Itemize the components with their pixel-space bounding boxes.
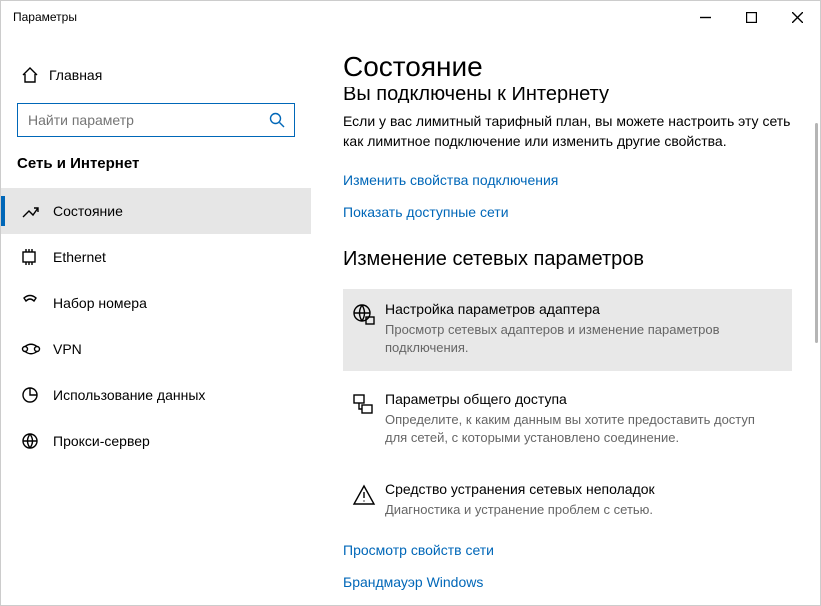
sidebar-item-vpn[interactable]: VPN [1,326,311,372]
maximize-button[interactable] [728,1,774,33]
main-content: Вы подключены к Интернету Если у вас лим… [343,87,820,605]
sidebar-item-label: Состояние [53,203,123,219]
sidebar-item-datausage[interactable]: Использование данных [1,372,311,418]
proxy-icon [21,432,53,450]
sidebar-item-status[interactable]: Состояние [1,188,311,234]
option-title: Настройка параметров адаптера [385,301,780,317]
body: Главная Сеть и Интернет Состояние Et [1,33,820,605]
data-usage-icon [21,386,53,404]
close-icon [792,12,803,23]
option-title: Параметры общего доступа [385,391,780,407]
vpn-icon [21,340,53,358]
search-input[interactable] [18,104,260,136]
sidebar-item-label: Прокси-сервер [53,433,150,449]
search-icon [260,112,294,128]
sharing-icon [343,391,385,447]
link-network-properties[interactable]: Просмотр свойств сети [343,542,792,558]
sidebar-item-label: VPN [53,341,82,357]
globe-network-icon [343,301,385,357]
page-title: Состояние [343,51,820,83]
option-desc: Диагностика и устранение проблем с сетью… [385,501,655,519]
sidebar-item-label: Набор номера [53,295,147,311]
status-icon [21,202,53,220]
sidebar-item-label: Использование данных [53,387,205,403]
home-label: Главная [49,67,102,83]
sidebar: Главная Сеть и Интернет Состояние Et [1,33,311,605]
close-button[interactable] [774,1,820,33]
link-windows-firewall[interactable]: Брандмауэр Windows [343,574,792,590]
settings-window: Параметры Главная [0,0,821,606]
option-text: Настройка параметров адаптера Просмотр с… [385,301,780,357]
option-title: Средство устранения сетевых неполадок [385,481,655,497]
minimize-icon [700,12,711,23]
option-adapter-settings[interactable]: Настройка параметров адаптера Просмотр с… [343,289,792,371]
search-box[interactable] [17,103,295,137]
titlebar: Параметры [1,1,820,33]
option-desc: Просмотр сетевых адаптеров и изменение п… [385,321,780,357]
maximize-icon [746,12,757,23]
truncated-heading: Вы подключены к Интернету [343,87,792,103]
home-button[interactable]: Главная [1,55,311,95]
option-troubleshooter[interactable]: Средство устранения сетевых неполадок Ди… [343,469,792,533]
link-change-connection-properties[interactable]: Изменить свойства подключения [343,172,792,188]
sidebar-item-proxy[interactable]: Прокси-сервер [1,418,311,464]
sidebar-item-ethernet[interactable]: Ethernet [1,234,311,280]
option-sharing-settings[interactable]: Параметры общего доступа Определите, к к… [343,379,792,461]
scrollbar[interactable] [810,123,820,605]
status-description: Если у вас лимитный тарифный план, вы мо… [343,111,792,152]
window-controls [682,1,820,33]
section-heading-network-settings: Изменение сетевых параметров [343,248,792,271]
main-panel: Состояние Вы подключены к Интернету Если… [311,33,820,605]
ethernet-icon [21,248,53,266]
warning-icon [343,481,385,519]
home-icon [21,66,49,84]
sidebar-section-label: Сеть и Интернет [1,155,311,172]
scrollbar-thumb[interactable] [815,123,818,343]
option-text: Средство устранения сетевых неполадок Ди… [385,481,655,519]
sidebar-item-label: Ethernet [53,249,106,265]
dialup-icon [21,294,53,312]
option-desc: Определите, к каким данным вы хотите пре… [385,411,780,447]
window-title: Параметры [1,10,77,24]
sidebar-item-dialup[interactable]: Набор номера [1,280,311,326]
option-text: Параметры общего доступа Определите, к к… [385,391,780,447]
link-show-available-networks[interactable]: Показать доступные сети [343,204,792,220]
minimize-button[interactable] [682,1,728,33]
